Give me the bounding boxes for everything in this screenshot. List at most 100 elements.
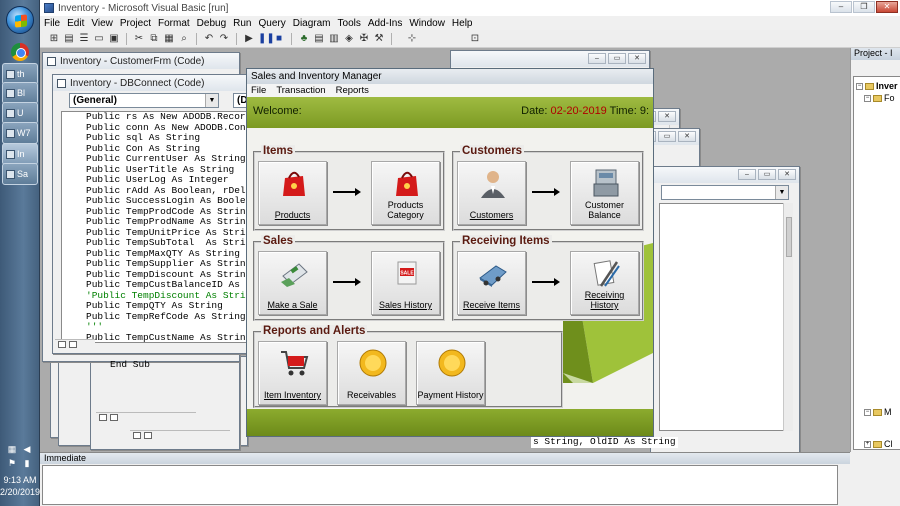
code-window-back-4[interactable]: –▭✕ ▼ i s String, OldID As String [531, 166, 800, 452]
find-icon[interactable]: ⌕ [178, 33, 190, 45]
maximize-button[interactable]: ▭ [608, 53, 626, 64]
stop-icon[interactable]: ■ [273, 33, 285, 45]
restore-button[interactable]: ❐ [853, 1, 875, 13]
menu-query[interactable]: Query [258, 18, 285, 29]
minimize-button[interactable]: – [738, 169, 756, 180]
close-button[interactable]: ✕ [678, 131, 696, 142]
taskbar-button-4[interactable]: W7 [2, 122, 38, 144]
procedure-combo[interactable]: ▼ [661, 185, 789, 200]
battery-icon[interactable]: ▮ [21, 458, 33, 469]
redo-icon[interactable]: ↷ [218, 33, 230, 45]
project-explorer[interactable]: Project - I − Inver − Fo − M + Cl [850, 48, 900, 452]
start-button[interactable] [6, 6, 34, 34]
receiving-history-button[interactable]: Receiving History [570, 251, 639, 315]
maximize-button[interactable]: ▭ [658, 131, 676, 142]
undo-icon[interactable]: ↶ [203, 33, 215, 45]
taskbar-button-3[interactable]: U [2, 102, 38, 124]
procedure-view-icon[interactable] [58, 341, 66, 348]
menu-help[interactable]: Help [452, 18, 473, 29]
view-toggle-bar [55, 339, 95, 349]
taskbar-button-2[interactable]: Bl [2, 82, 38, 104]
paste-icon[interactable]: ▦ [163, 33, 175, 45]
immediate-input[interactable] [42, 465, 838, 505]
form-layout-icon[interactable]: ▥ [328, 33, 340, 45]
sales-inventory-manager-window[interactable]: Sales and Inventory Manager File Transac… [246, 68, 654, 437]
menu-format[interactable]: Format [158, 18, 190, 29]
sales-history-button[interactable]: SALE Sales History [371, 251, 440, 315]
customer-balance-button[interactable]: Customer Balance [570, 161, 639, 225]
make-a-sale-button[interactable]: Make a Sale [258, 251, 327, 315]
tree-node-classes[interactable]: + Cl [864, 439, 893, 449]
app-menu-file[interactable]: File [251, 85, 266, 96]
collapse-icon[interactable]: − [856, 82, 863, 90]
menu-diagram[interactable]: Diagram [293, 18, 331, 29]
code-area[interactable]: i [659, 203, 791, 431]
products-button[interactable]: Products [258, 161, 327, 225]
add-project-icon[interactable]: ⊞ [48, 33, 60, 45]
pause-icon[interactable]: ❚❚ [258, 33, 275, 45]
object-browser-icon[interactable]: ◈ [343, 33, 355, 45]
properties-icon[interactable]: ▤ [313, 33, 325, 45]
close-button[interactable]: ✕ [876, 1, 898, 13]
menu-view[interactable]: View [91, 18, 113, 29]
maximize-button[interactable]: ▭ [758, 169, 776, 180]
item-inventory-button[interactable]: Item Inventory [258, 341, 327, 405]
flag-icon[interactable]: ⚑ [6, 458, 18, 469]
app-menu-reports[interactable]: Reports [336, 85, 369, 96]
full-module-view-icon[interactable] [69, 341, 77, 348]
close-button[interactable]: ✕ [778, 169, 796, 180]
tree-node-project[interactable]: − Inver [856, 81, 898, 91]
immediate-window[interactable]: Immediate [40, 452, 850, 506]
save-icon[interactable]: ▣ [108, 33, 120, 45]
menu-debug[interactable]: Debug [197, 18, 226, 29]
toolbox-icon[interactable]: ✠ [358, 33, 370, 45]
minimize-button[interactable]: – [588, 53, 606, 64]
payment-history-button[interactable]: Payment History [416, 341, 485, 405]
menu-run[interactable]: Run [233, 18, 251, 29]
project-explorer-icon[interactable]: ♣ [298, 33, 310, 45]
menu-project[interactable]: Project [120, 18, 151, 29]
products-category-button[interactable]: Products Category [371, 161, 440, 225]
project-tree[interactable]: − Inver − Fo − M + Cl [853, 76, 900, 450]
customers-button[interactable]: Customers [457, 161, 526, 225]
taskbar-button-5[interactable]: In [2, 143, 38, 165]
scroll-thumb[interactable] [786, 217, 792, 257]
code-editor[interactable]: Public rs As New ADODB.RecordsetPublic c… [61, 111, 247, 343]
data-view-icon[interactable]: ⚒ [373, 33, 385, 45]
vertical-scrollbar[interactable] [783, 203, 793, 431]
app-menu-transaction[interactable]: Transaction [276, 85, 325, 96]
folder-icon [873, 440, 882, 448]
receive-items-button[interactable]: Receive Items [457, 251, 526, 315]
collapse-icon[interactable]: − [864, 94, 871, 102]
receivables-button[interactable]: Receivables [337, 341, 406, 405]
menu-editor-icon[interactable]: ☰ [78, 33, 90, 45]
close-button[interactable]: ✕ [628, 53, 646, 64]
minimize-button[interactable]: – [830, 1, 852, 13]
tree-node-forms[interactable]: − Fo [864, 93, 895, 103]
dbconnect-code-window[interactable]: Inventory - DBConnect (Code) (General) ▼ … [52, 74, 273, 354]
copy-icon[interactable]: ⧉ [148, 33, 160, 45]
network-icon[interactable]: ▦ [6, 444, 18, 455]
cut-icon[interactable]: ✂ [133, 33, 145, 45]
add-form-icon[interactable]: ▤ [63, 33, 75, 45]
full-module-view-icon[interactable] [144, 432, 152, 439]
clock[interactable]: 9:13 AM 2/20/2019 [0, 474, 40, 498]
object-combo[interactable]: (General) ▼ [69, 93, 219, 108]
run-icon[interactable]: ▶ [243, 33, 255, 45]
menu-tools[interactable]: Tools [338, 18, 361, 29]
procedure-view-icon[interactable] [133, 432, 141, 439]
full-module-view-icon[interactable] [110, 414, 118, 421]
menu-file[interactable]: File [44, 18, 60, 29]
menu-edit[interactable]: Edit [67, 18, 84, 29]
tree-node-modules[interactable]: − M [864, 407, 892, 417]
expand-icon[interactable]: + [864, 440, 871, 448]
taskbar-button-6[interactable]: Sa [2, 163, 38, 185]
volume-icon[interactable]: ◀ [21, 444, 33, 455]
collapse-icon[interactable]: − [864, 408, 871, 416]
close-button[interactable]: ✕ [658, 111, 676, 122]
chrome-icon[interactable] [11, 43, 29, 61]
procedure-view-icon[interactable] [99, 414, 107, 421]
menu-add-ins[interactable]: Add-Ins [368, 18, 402, 29]
open-icon[interactable]: ▭ [93, 33, 105, 45]
menu-window[interactable]: Window [409, 18, 445, 29]
